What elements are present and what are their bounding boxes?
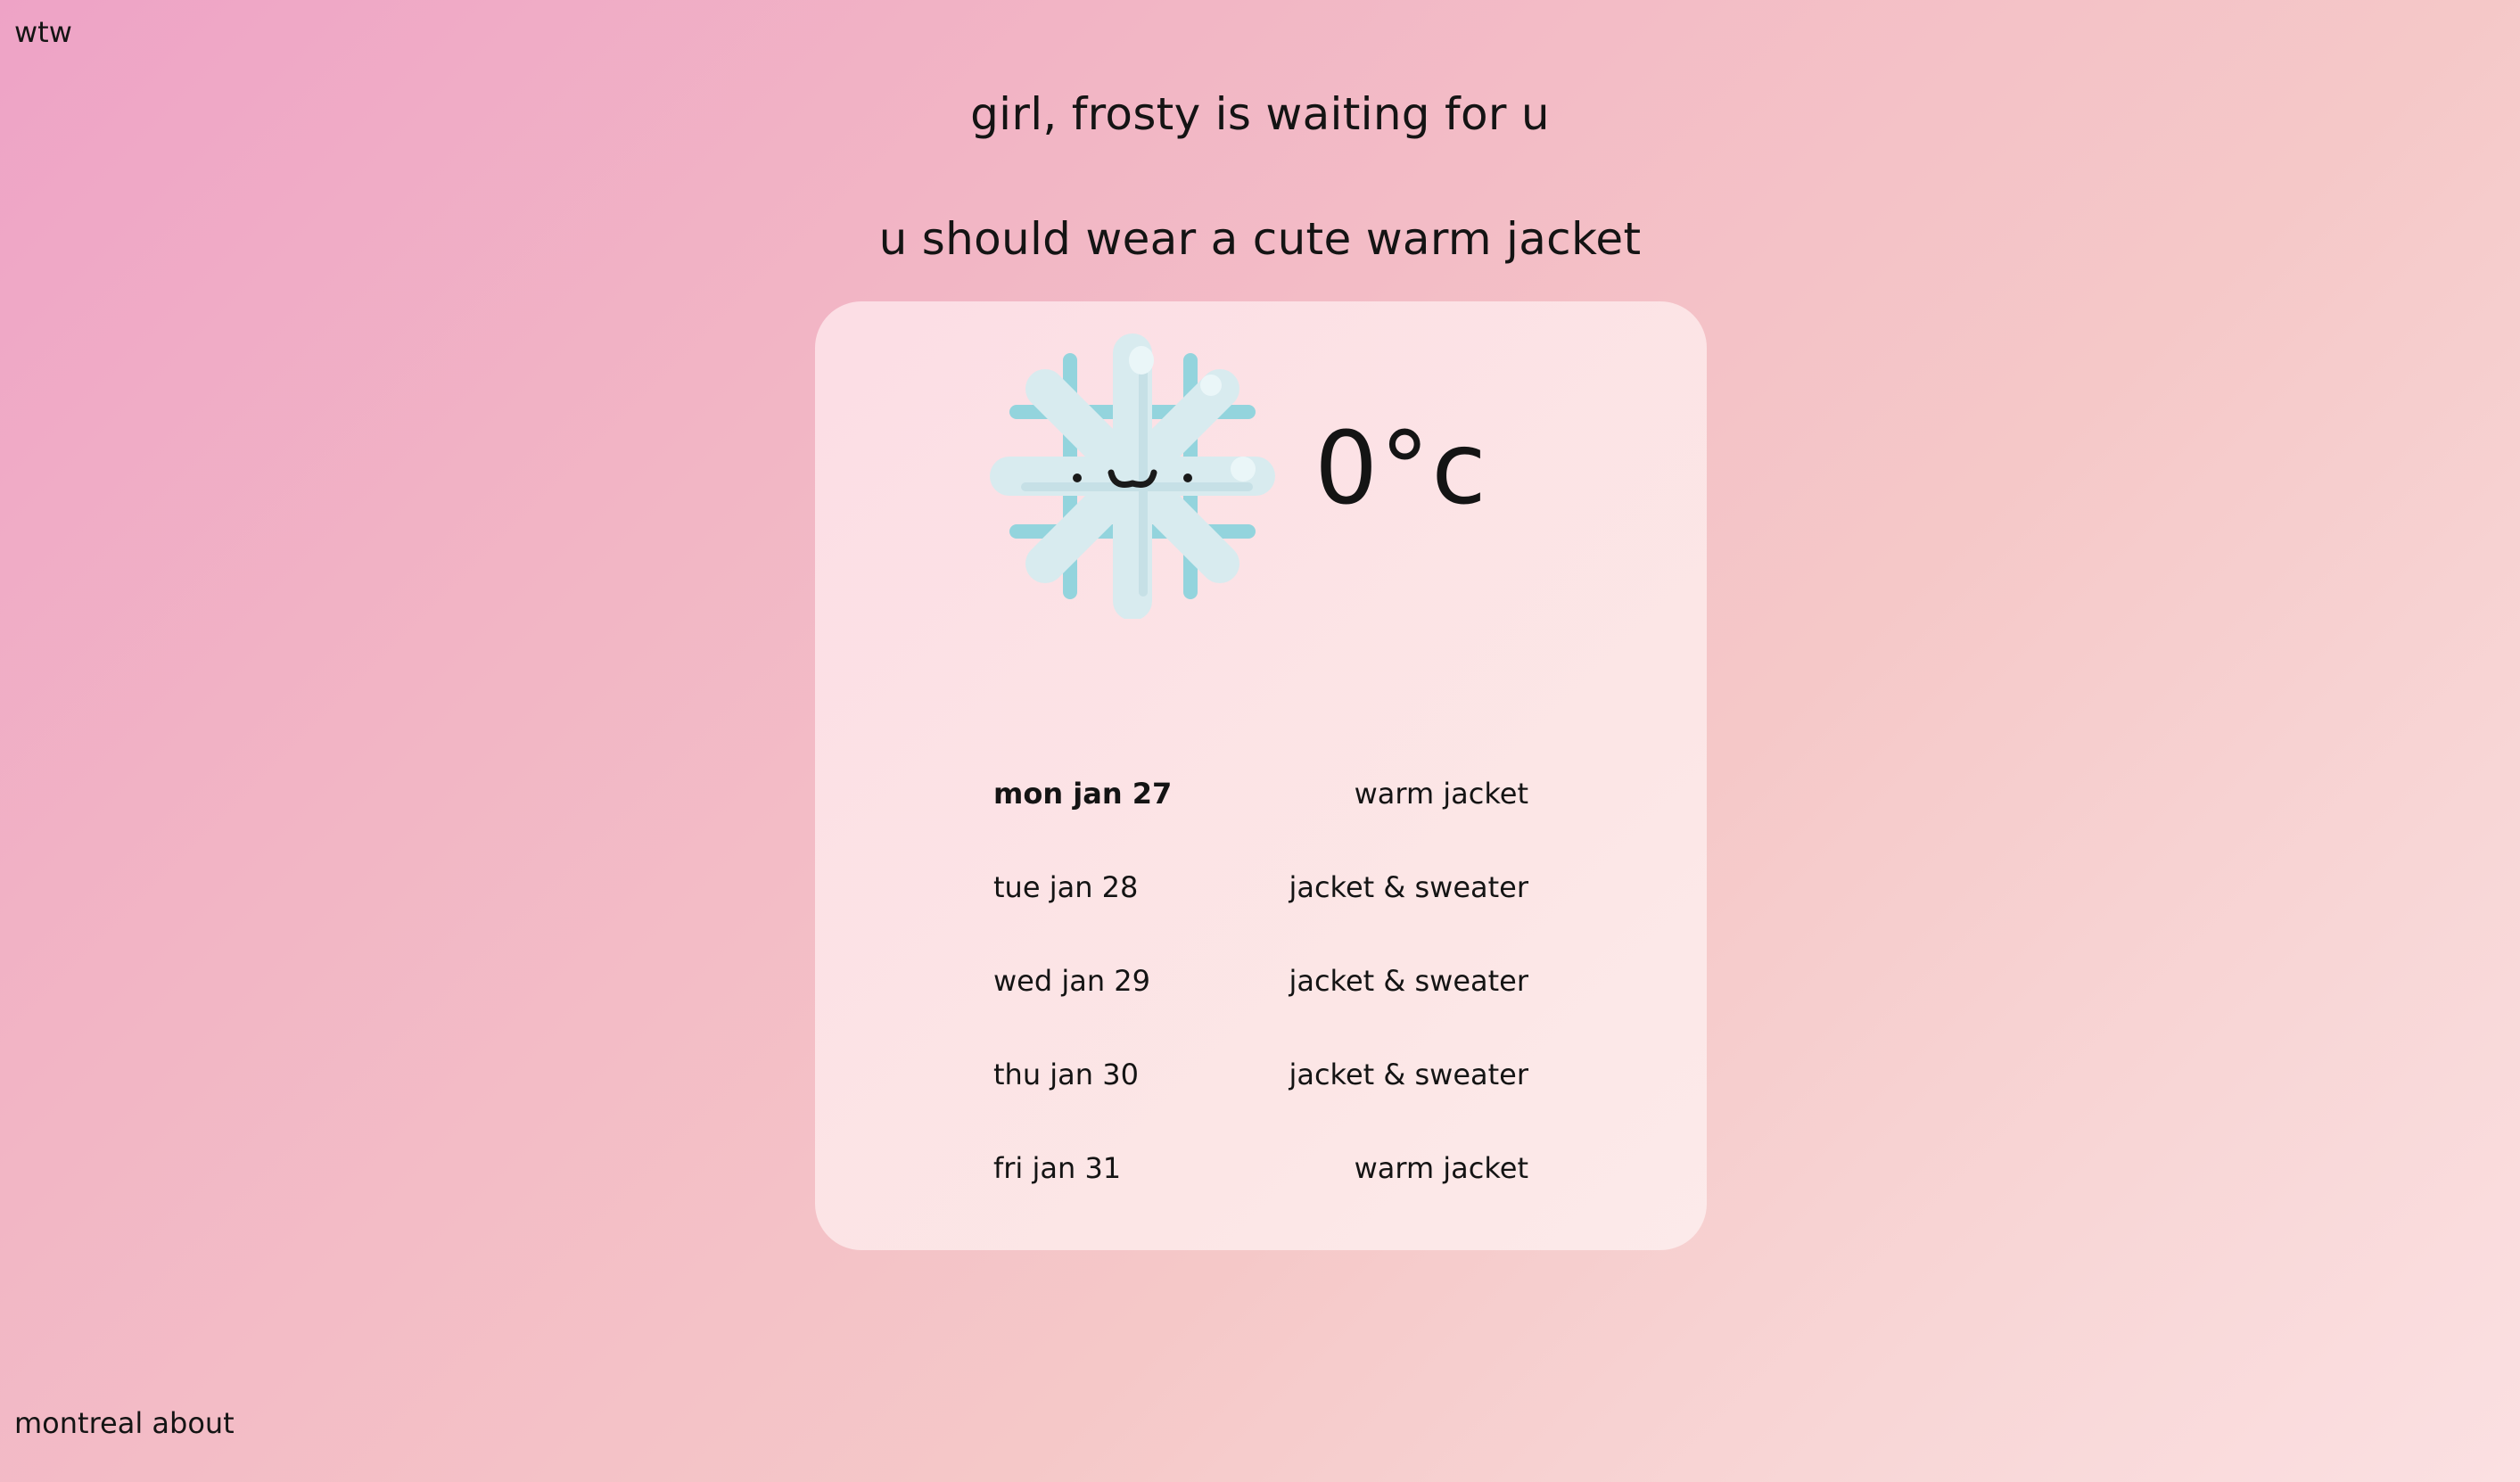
weather-card: 0°c mon jan 27 warm jacket tue jan 28 ja…: [815, 301, 1707, 1250]
forecast-row: fri jan 31 warm jacket: [993, 1149, 1528, 1242]
current-temperature: 0°c: [1314, 411, 1488, 527]
about-link[interactable]: about: [152, 1406, 234, 1440]
snowflake-face-icon: [990, 333, 1275, 619]
forecast-row: tue jan 28 jacket & sweater: [993, 868, 1528, 961]
forecast-day: thu jan 30: [993, 1058, 1139, 1091]
forecast-row: mon jan 27 warm jacket: [993, 774, 1528, 868]
forecast-day: tue jan 28: [993, 870, 1139, 904]
forecast-list: mon jan 27 warm jacket tue jan 28 jacket…: [993, 774, 1528, 1242]
forecast-row: wed jan 29 jacket & sweater: [993, 961, 1528, 1055]
forecast-outfit: jacket & sweater: [1289, 870, 1528, 904]
forecast-row: thu jan 30 jacket & sweater: [993, 1055, 1528, 1149]
footer: montreal about: [14, 1405, 235, 1441]
forecast-day: fri jan 31: [993, 1151, 1122, 1185]
weather-message: girl, frosty is waiting for u: [970, 88, 1550, 140]
forecast-day: mon jan 27: [993, 777, 1173, 811]
forecast-outfit: jacket & sweater: [1289, 964, 1528, 998]
app-logo[interactable]: wtw: [14, 14, 72, 50]
city-link[interactable]: montreal: [14, 1406, 143, 1440]
outfit-recommendation: u should wear a cute warm jacket: [878, 213, 1642, 265]
forecast-day: wed jan 29: [993, 964, 1151, 998]
forecast-outfit: warm jacket: [1354, 1151, 1528, 1185]
forecast-outfit: jacket & sweater: [1289, 1058, 1528, 1091]
forecast-outfit: warm jacket: [1354, 777, 1528, 811]
